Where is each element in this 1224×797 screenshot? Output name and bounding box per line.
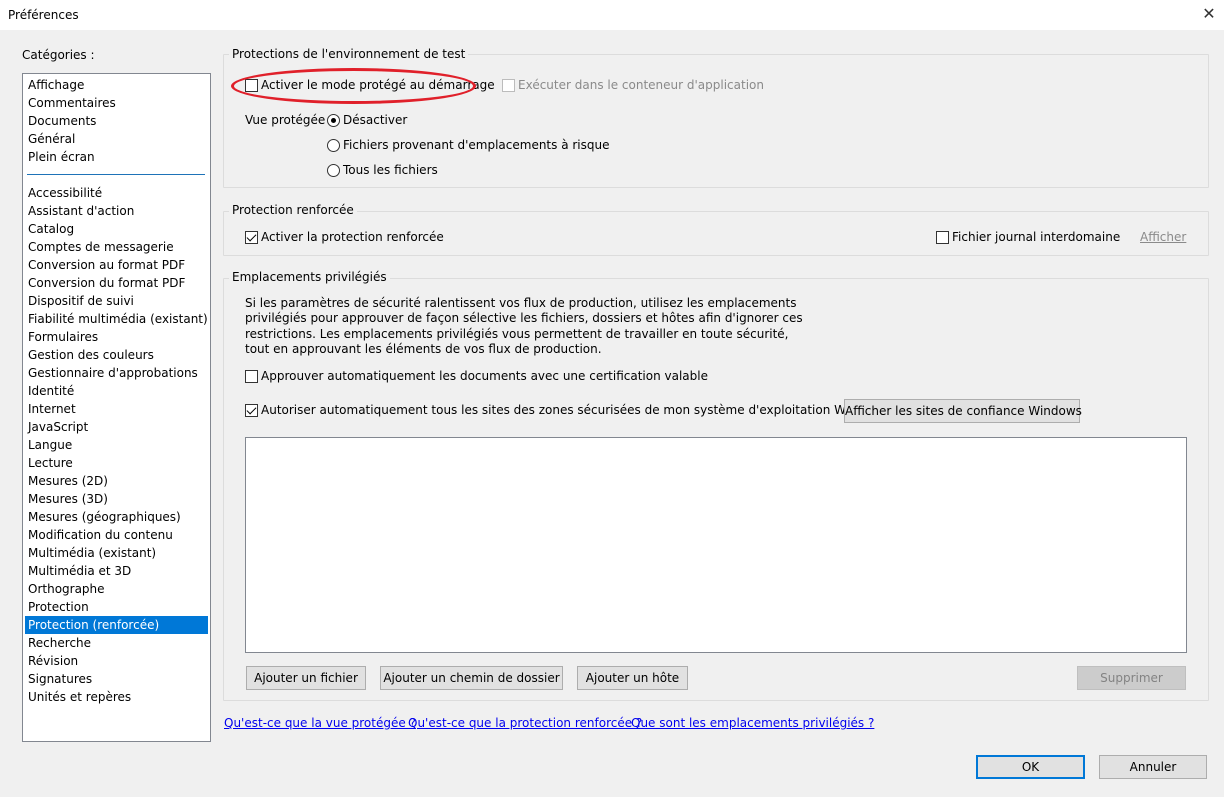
category-item-general[interactable]: Général — [25, 130, 208, 148]
category-item-lecture[interactable]: Lecture — [25, 454, 208, 472]
category-item-affichage[interactable]: Affichage — [25, 76, 208, 94]
auto-trust-windows-sites-checkbox[interactable] — [245, 404, 258, 417]
privileged-description-line: tout en approuvant les éléments de vos f… — [245, 341, 602, 356]
help-link-protected-view[interactable]: Qu'est-ce que la vue protégée ? — [224, 716, 416, 730]
category-item-mesures-3d[interactable]: Mesures (3D) — [25, 490, 208, 508]
category-item-revision[interactable]: Révision — [25, 652, 208, 670]
help-link-privileged-locations[interactable]: Que sont les emplacements privilégiés ? — [631, 716, 874, 730]
category-item-conversion-du-format-pdf[interactable]: Conversion du format PDF — [25, 274, 208, 292]
category-item-protection[interactable]: Protection — [25, 598, 208, 616]
protected-view-option-risky-locations[interactable]: Fichiers provenant d'emplacements à risq… — [343, 138, 610, 152]
cancel-button[interactable]: Annuler — [1099, 755, 1207, 779]
remove-button[interactable]: Supprimer — [1077, 666, 1186, 690]
category-item-formulaires[interactable]: Formulaires — [25, 328, 208, 346]
category-item-fiabilite-multimedia-existant[interactable]: Fiabilité multimédia (existant) — [25, 310, 208, 328]
sandbox-protections-title: Protections de l'environnement de test — [229, 47, 469, 61]
ok-button[interactable]: OK — [976, 755, 1085, 779]
privileged-description-line: Si les paramètres de sécurité ralentisse… — [245, 296, 797, 310]
category-item-plein-ecran[interactable]: Plein écran — [25, 148, 208, 166]
app-container-label: Exécuter dans le conteneur d'application — [518, 78, 764, 92]
category-item-accessibilite[interactable]: Accessibilité — [25, 184, 208, 202]
auto-trust-windows-sites-label[interactable]: Autoriser automatiquement tous les sites… — [261, 403, 888, 417]
category-item-signatures[interactable]: Signatures — [25, 670, 208, 688]
add-file-button[interactable]: Ajouter un fichier — [246, 666, 366, 690]
auto-approve-certified-checkbox[interactable] — [245, 370, 258, 383]
category-item-recherche[interactable]: Recherche — [25, 634, 208, 652]
close-icon[interactable]: ✕ — [1194, 0, 1224, 30]
category-item-commentaires[interactable]: Commentaires — [25, 94, 208, 112]
app-container-checkbox[interactable] — [502, 79, 515, 92]
category-item-gestionnaire-d-approbations[interactable]: Gestionnaire d'approbations — [25, 364, 208, 382]
title-bar: Préférences ✕ — [0, 0, 1224, 30]
category-item-protection-renforcee[interactable]: Protection (renforcée) — [25, 616, 208, 634]
privileged-locations-title: Emplacements privilégiés — [229, 270, 390, 284]
privileged-description: Si les paramètres de sécurité ralentisse… — [245, 296, 803, 357]
privileged-description-line: privilégiés pour approuver de façon séle… — [245, 311, 803, 326]
add-host-button[interactable]: Ajouter un hôte — [577, 666, 688, 690]
protected-view-radio-disable[interactable] — [327, 114, 340, 127]
protected-view-option-all-files[interactable]: Tous les fichiers — [343, 163, 438, 177]
category-item-conversion-au-format-pdf[interactable]: Conversion au format PDF — [25, 256, 208, 274]
category-item-langue[interactable]: Langue — [25, 436, 208, 454]
protected-view-label: Vue protégée — [245, 113, 326, 127]
categories-separator — [27, 174, 205, 175]
category-item-documents[interactable]: Documents — [25, 112, 208, 130]
category-item-orthographe[interactable]: Orthographe — [25, 580, 208, 598]
category-item-catalog[interactable]: Catalog — [25, 220, 208, 238]
enable-enhanced-protection-label[interactable]: Activer la protection renforcée — [261, 230, 444, 244]
category-item-multimedia-et-3d[interactable]: Multimédia et 3D — [25, 562, 208, 580]
auto-approve-certified-label[interactable]: Approuver automatiquement les documents … — [261, 369, 708, 383]
categories-list[interactable]: Affichage Commentaires Documents Général Ple… — [22, 73, 211, 742]
protected-view-option-disable[interactable]: Désactiver — [343, 113, 407, 127]
category-item-mesures-geographiques[interactable]: Mesures (géographiques) — [25, 508, 208, 526]
category-item-modification-du-contenu[interactable]: Modification du contenu — [25, 526, 208, 544]
protected-view-radio-all-files[interactable] — [327, 164, 340, 177]
category-item-unites-et-reperes[interactable]: Unités et repères — [25, 688, 208, 706]
show-windows-trusted-sites-button[interactable]: Afficher les sites de confiance Windows — [844, 399, 1082, 423]
view-log-link[interactable]: Afficher — [1140, 230, 1186, 244]
category-item-assistant-d-action[interactable]: Assistant d'action — [25, 202, 208, 220]
crossdomain-log-checkbox[interactable] — [936, 231, 949, 244]
protected-view-radio-risky-locations[interactable] — [327, 139, 340, 152]
privileged-locations-list[interactable] — [245, 437, 1187, 653]
categories-label: Catégories : — [22, 48, 95, 62]
category-item-dispositif-de-suivi[interactable]: Dispositif de suivi — [25, 292, 208, 310]
annotation-highlight-ring — [231, 68, 476, 104]
help-link-enhanced-protection[interactable]: Qu'est-ce que la protection renforcée ? — [408, 716, 642, 730]
category-item-comptes-de-messagerie[interactable]: Comptes de messagerie — [25, 238, 208, 256]
category-item-javascript[interactable]: JavaScript — [25, 418, 208, 436]
category-item-mesures-2d[interactable]: Mesures (2D) — [25, 472, 208, 490]
add-folder-path-button[interactable]: Ajouter un chemin de dossier — [380, 666, 563, 690]
crossdomain-log-label[interactable]: Fichier journal interdomaine — [952, 230, 1120, 244]
category-item-identite[interactable]: Identité — [25, 382, 208, 400]
category-item-gestion-des-couleurs[interactable]: Gestion des couleurs — [25, 346, 208, 364]
window-title: Préférences — [8, 8, 79, 22]
category-item-multimedia-existant[interactable]: Multimédia (existant) — [25, 544, 208, 562]
privileged-description-line: restrictions. Les emplacements privilégi… — [245, 326, 789, 341]
enable-enhanced-protection-checkbox[interactable] — [245, 231, 258, 244]
category-item-internet[interactable]: Internet — [25, 400, 208, 418]
enhanced-protection-title: Protection renforcée — [229, 203, 357, 217]
